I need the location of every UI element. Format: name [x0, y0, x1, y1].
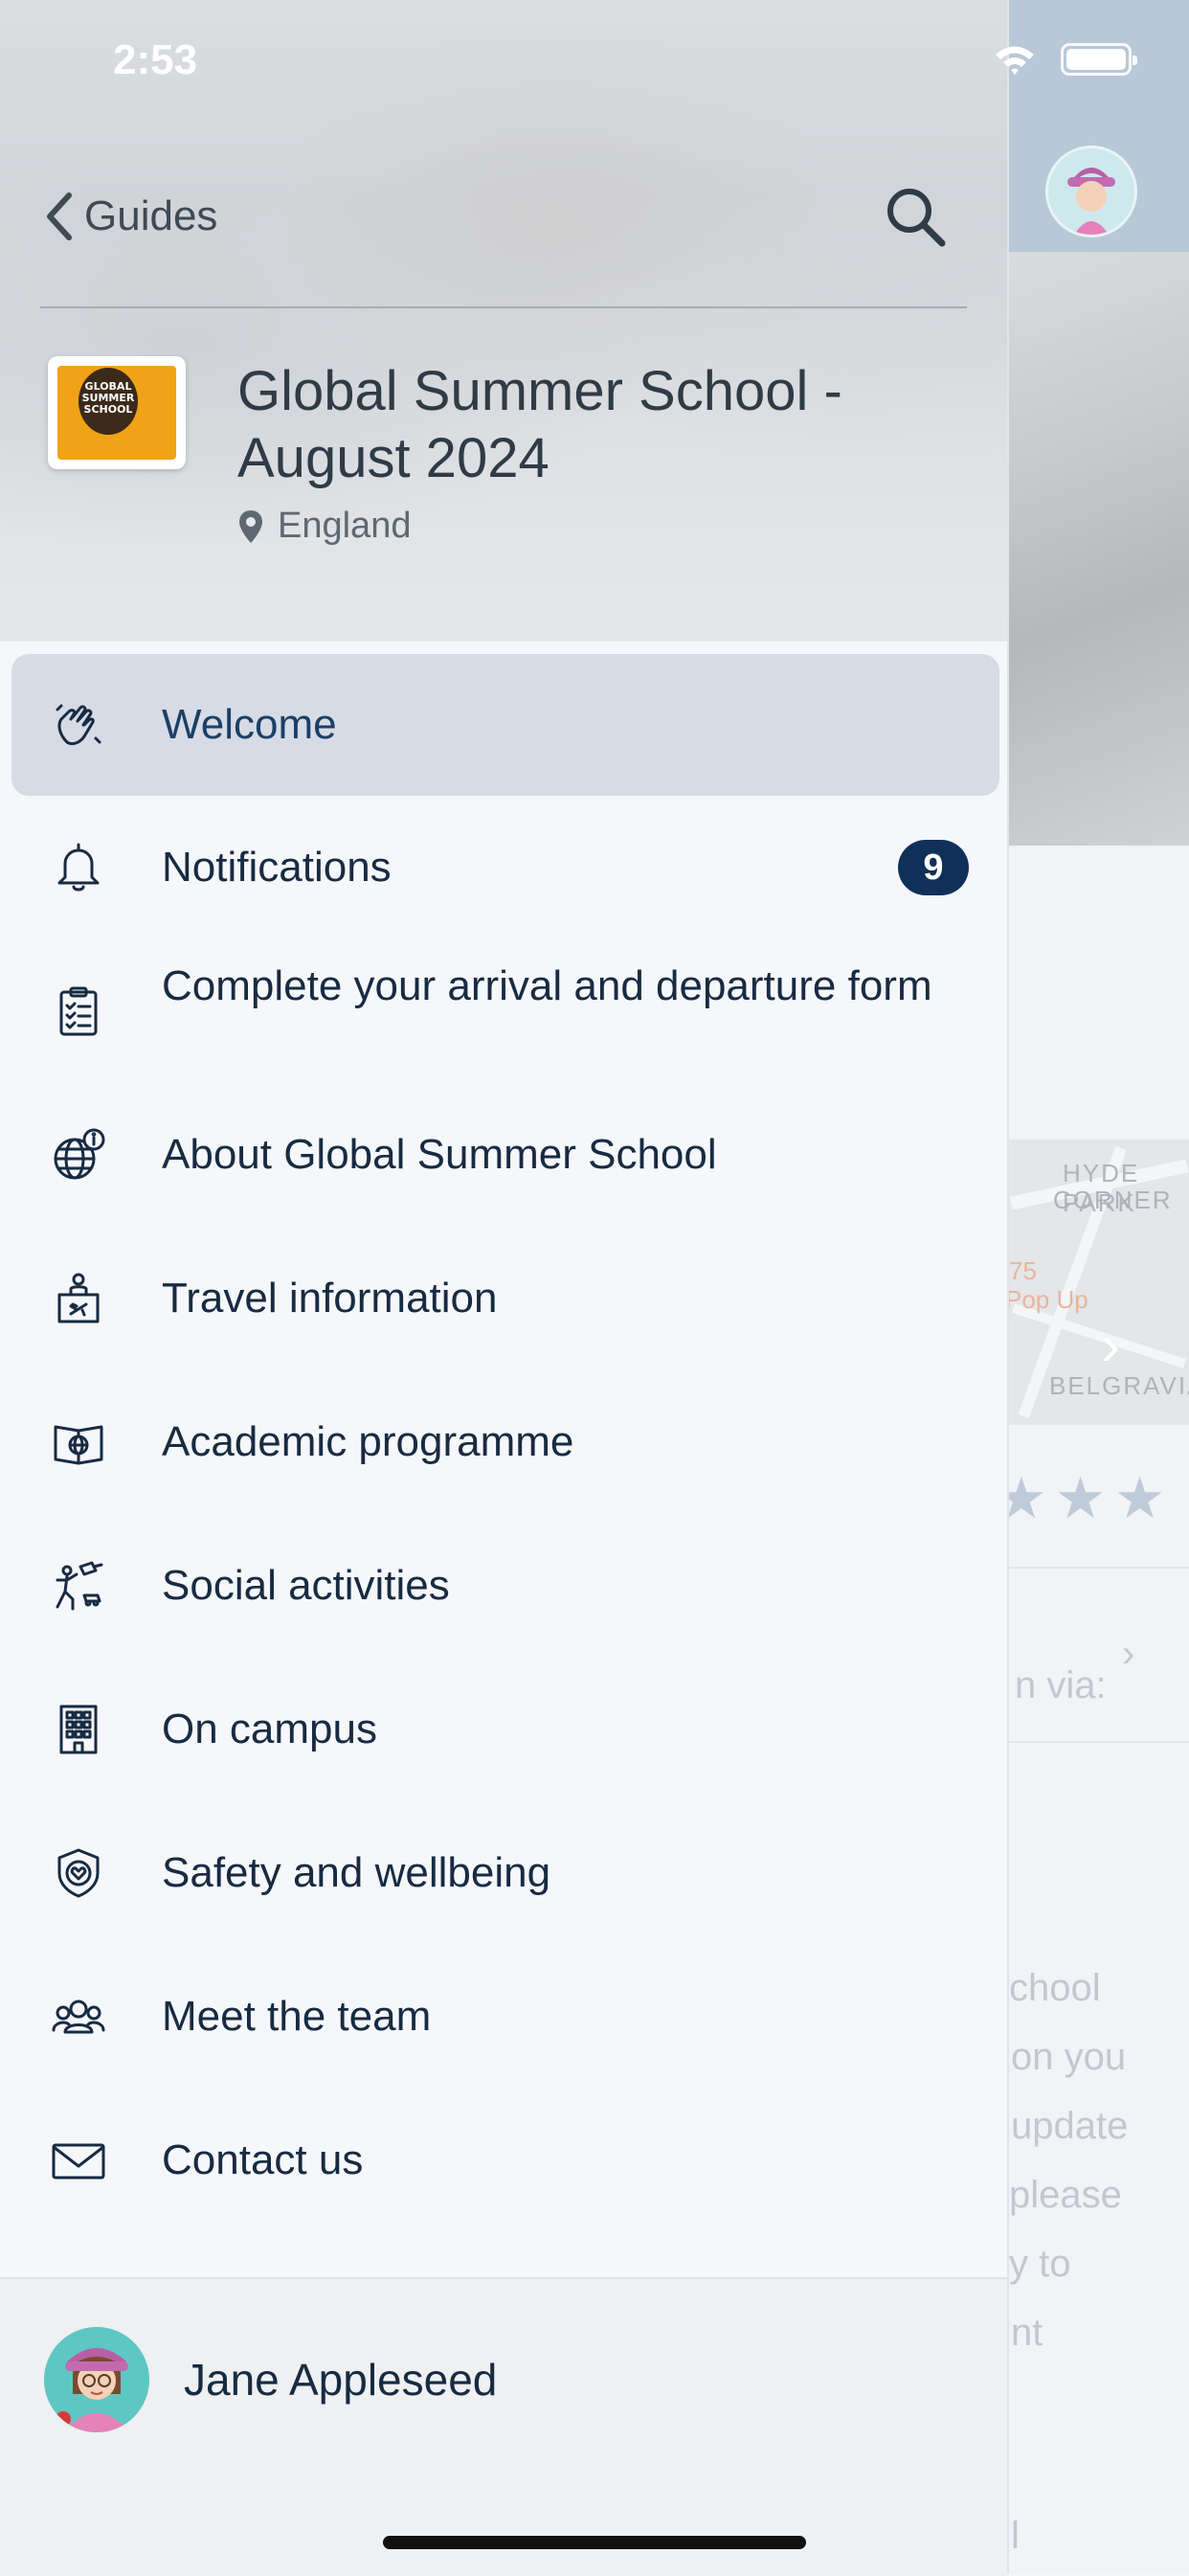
- menu-item-academic-programme[interactable]: Academic programme: [11, 1370, 999, 1514]
- divider: [1009, 1741, 1189, 1743]
- background-photo: [1009, 252, 1189, 846]
- status-icons: [992, 42, 1137, 77]
- chevron-right-icon[interactable]: ›: [1101, 1312, 1120, 1378]
- menu-item-meet-the-team[interactable]: Meet the team: [11, 1945, 999, 2089]
- chevron-right-icon[interactable]: ›: [1122, 1633, 1134, 1676]
- search-icon[interactable]: [883, 184, 948, 249]
- travel-desk-icon: [50, 1270, 107, 1327]
- divider: [1009, 1567, 1189, 1569]
- background-text: y to: [1009, 2243, 1071, 2285]
- status-time: 2:53: [113, 36, 198, 83]
- menu-item-label: Travel information: [162, 1275, 498, 1322]
- menu-item-label: Complete your arrival and departure form: [162, 962, 932, 1009]
- drawer-header: Guides GLOBAL SUMMER SCHOOL Global Summe…: [0, 0, 1007, 642]
- building-icon: [50, 1701, 107, 1758]
- profile-footer: Jane Appleseed: [0, 2277, 1007, 2576]
- guide-location-text: England: [278, 506, 412, 546]
- background-text: chool: [1009, 1967, 1101, 2009]
- envelope-icon: [50, 2132, 107, 2189]
- menu-item-notifications[interactable]: Notifications 9: [11, 796, 999, 939]
- menu-item-on-campus[interactable]: On campus: [11, 1658, 999, 1801]
- background-text: update: [1011, 2105, 1129, 2147]
- profile-name: Jane Appleseed: [184, 2355, 498, 2405]
- book-globe-icon: [50, 1413, 107, 1471]
- map-label: CORNER: [1053, 1186, 1173, 1214]
- guide-title: Global Summer School - August 2024: [237, 360, 842, 489]
- battery-icon: [1061, 43, 1137, 76]
- menu-item-welcome[interactable]: Welcome: [11, 654, 999, 796]
- background-text: l: [1011, 2515, 1020, 2557]
- back-button[interactable]: Guides: [42, 188, 217, 245]
- menu-item-social-activities[interactable]: Social activities: [11, 1514, 999, 1658]
- menu-item-label: Notifications: [162, 844, 392, 891]
- background-text: on you: [1011, 2036, 1127, 2078]
- menu-item-travel-information[interactable]: Travel information: [11, 1227, 999, 1370]
- notification-count-badge: 9: [898, 840, 969, 895]
- background-text: please: [1009, 2174, 1122, 2216]
- wifi-icon: [996, 46, 1034, 75]
- background-text: n via:: [1015, 1664, 1107, 1706]
- guide-logo: GLOBAL SUMMER SCHOOL: [48, 356, 186, 469]
- guide-logo-text: GLOBAL SUMMER SCHOOL: [81, 380, 135, 416]
- back-button-label: Guides: [84, 192, 218, 239]
- menu-item-about[interactable]: About Global Summer School: [11, 1083, 999, 1227]
- globe-info-icon: [50, 1126, 107, 1184]
- menu-item-safety-wellbeing[interactable]: Safety and wellbeing: [11, 1801, 999, 1945]
- navigation-drawer: Guides GLOBAL SUMMER SCHOOL Global Summe…: [0, 0, 1009, 2576]
- menu-item-label: Social activities: [162, 1562, 450, 1609]
- menu-item-label: On campus: [162, 1706, 377, 1752]
- menu-item-label: Contact us: [162, 2136, 364, 2183]
- activities-icon: [50, 1557, 107, 1615]
- clipboard-checklist-icon: [50, 983, 107, 1040]
- menu-item-label: Welcome: [162, 701, 337, 748]
- location-pin-icon: [239, 509, 262, 543]
- profile-button[interactable]: Jane Appleseed: [44, 2327, 497, 2432]
- background-avatar[interactable]: [1045, 146, 1137, 237]
- map-label: 75: [1009, 1256, 1037, 1285]
- header-photo-overlay: [0, 0, 1007, 642]
- menu-item-arrival-departure-form[interactable]: Complete your arrival and departure form: [11, 939, 999, 1083]
- waving-hand-icon: [50, 696, 107, 754]
- chevron-left-icon: [47, 192, 72, 240]
- shield-heart-icon: [50, 1844, 107, 1902]
- background-text: nt: [1011, 2312, 1043, 2354]
- avatar: [44, 2327, 149, 2432]
- menu-item-label: Safety and wellbeing: [162, 1849, 551, 1896]
- menu-item-label: Academic programme: [162, 1418, 574, 1465]
- team-icon: [50, 1988, 107, 2045]
- guide-location: England: [237, 506, 411, 547]
- menu-item-contact-us[interactable]: Contact us: [11, 2089, 999, 2232]
- rating-stars: ★★★: [996, 1466, 1174, 1530]
- menu-item-label: About Global Summer School: [162, 1131, 717, 1178]
- home-indicator[interactable]: [383, 2536, 806, 2549]
- map-label: Pop Up: [1005, 1285, 1088, 1314]
- menu-item-label: Meet the team: [162, 1993, 432, 2040]
- bell-icon: [50, 839, 107, 896]
- header-divider: [40, 306, 967, 308]
